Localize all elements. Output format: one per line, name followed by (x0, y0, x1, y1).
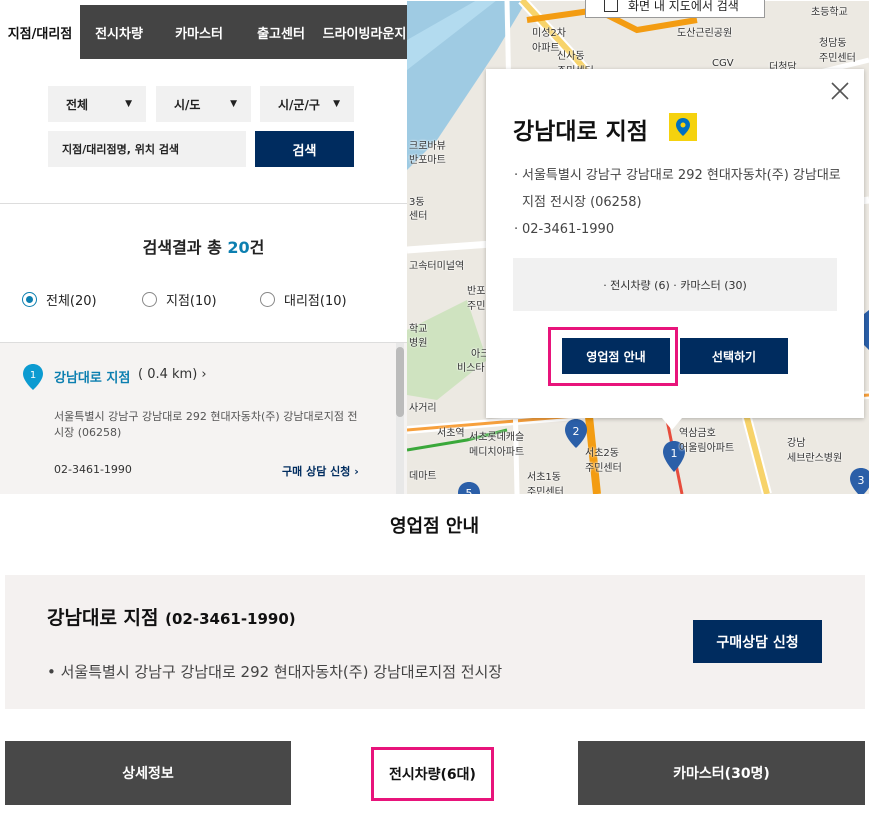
radio-all[interactable]: 전체(20) (22, 290, 142, 309)
result-list: 1 강남대로 지점 ( 0.4 km) › 서울특별시 강남구 강남대로 292… (0, 342, 407, 494)
map-label: 사거리 (409, 403, 437, 414)
select-button[interactable]: 선택하기 (680, 338, 788, 374)
result-count-title: 검색결과 총 20건 (0, 234, 407, 258)
radio-branch-label: 지점(10) (166, 294, 217, 309)
map-label: 비스타 (457, 363, 485, 374)
branch-popup: 강남대로 지점 서울특별시 강남구 강남대로 292 현대자동차(주) 강남대로… (486, 69, 864, 430)
map-label: CGV (712, 58, 734, 69)
map-marker-3[interactable]: 3 (850, 468, 869, 494)
map-label: 학교 (409, 324, 428, 335)
map-pin-icon: 1 (23, 364, 43, 390)
list-item-distance: ( 0.4 km) › (138, 367, 207, 382)
tab-delivery-center[interactable]: 출고센터 (240, 5, 322, 59)
result-title-prefix: 검색결과 총 (142, 238, 228, 257)
search-in-map-checkbox[interactable]: 화면 내 지도에서 검색 (585, 0, 765, 18)
map-marker-3-label: 3 (858, 474, 865, 487)
tab-detail-info[interactable]: 상세정보 (5, 741, 291, 805)
tab-branch[interactable]: 지점/대리점 (0, 5, 80, 59)
map-marker-1-label: 1 (671, 447, 678, 460)
radio-agency[interactable]: 대리점(10) (260, 290, 347, 309)
map-marker-2-label: 2 (573, 425, 580, 438)
popup-title: 강남대로 지점 (513, 119, 648, 145)
list-item-distance-text: ( 0.4 km) (138, 367, 198, 382)
tab-display-vehicles[interactable]: 전시차량(6대) (371, 747, 494, 801)
chevron-right-icon: › (354, 465, 359, 478)
store-phone: (02-3461-1990) (165, 610, 296, 628)
map-label: 초등학교 (811, 7, 848, 18)
search-input[interactable] (48, 131, 246, 167)
map-label: 청담동 주민센터 (819, 38, 856, 64)
result-title-suffix: 건 (249, 238, 265, 257)
map-label: 데마트 (409, 471, 437, 482)
list-item-address: 서울특별시 강남구 강남대로 292 현대자동차(주) 강남대로지점 전시장 (… (54, 410, 358, 439)
radio-unchecked-icon[interactable] (142, 292, 157, 307)
search-button[interactable]: 검색 (255, 131, 354, 167)
caret-down-icon: ▼ (125, 99, 132, 109)
map-label: 서초롯데캐슬 메디치아파트 (469, 432, 525, 458)
divider (0, 203, 407, 204)
purchase-consult-label: 구매 상담 신청 (282, 465, 351, 478)
popup-stock-info: · 전시차량 (6) · 카마스터 (30) (513, 258, 837, 311)
tab-car-masters[interactable]: 카마스터(30명) (578, 741, 865, 805)
district-select[interactable]: 시/군/구 ▼ (260, 86, 354, 122)
left-panel: 지점/대리점 전시차량 카마스터 출고센터 드라이빙라운지 전체 ▼ 시/도 ▼… (0, 0, 407, 494)
popup-tail (662, 418, 682, 430)
province-select[interactable]: 시/도 ▼ (156, 86, 251, 122)
radio-unchecked-icon[interactable] (260, 292, 275, 307)
checkbox-icon[interactable] (604, 0, 618, 12)
branch-info-button[interactable]: 영업점 안내 (562, 338, 670, 374)
result-count: 20 (227, 238, 250, 257)
type-select-value: 전체 (66, 97, 89, 112)
map-label: 도산근린공원 (677, 28, 733, 39)
radio-branch[interactable]: 지점(10) (142, 290, 260, 309)
radio-all-label: 전체(20) (46, 294, 97, 309)
tab-car-master[interactable]: 카마스터 (158, 5, 240, 59)
map-label: 서초1동 주민센터 (527, 472, 564, 494)
store-name-text: 강남대로 지점 (47, 607, 159, 629)
popup-phone: 02-3461-1990 (514, 216, 844, 243)
type-select[interactable]: 전체 ▼ (48, 86, 146, 122)
map-label: 역삼금호 어울림아파트 (679, 428, 735, 454)
popup-address: 서울특별시 강남구 강남대로 292 현대자동차(주) 강남대로 지점 전시장 … (514, 162, 844, 216)
filter-radios: 전체(20) 지점(10) 대리점(10) (22, 290, 347, 309)
map-label: 서초역 (437, 428, 465, 439)
list-pin-number: 1 (30, 370, 36, 381)
store-name: 강남대로 지점 (02-3461-1990) (47, 603, 296, 630)
map-marker-5[interactable]: 5 (458, 482, 480, 494)
map-label: 서초2동 주민센터 (585, 448, 622, 474)
radio-agency-label: 대리점(10) (284, 294, 347, 309)
category-tabs: 지점/대리점 전시차량 카마스터 출고센터 드라이빙라운지 (0, 5, 407, 59)
list-item-name[interactable]: 강남대로 지점 (54, 367, 130, 386)
tab-driving-lounge[interactable]: 드라이빙라운지 (322, 5, 407, 59)
store-address: • 서울특별시 강남구 강남대로 292 현대자동차(주) 강남대로지점 전시장 (47, 663, 503, 681)
section-title: 영업점 안내 (389, 516, 480, 537)
location-pin-icon (669, 113, 697, 141)
map-label: 병원 (409, 338, 428, 349)
map-label: 고속터미널역 (409, 261, 465, 272)
map-label: 강남 세브란스병원 (787, 438, 843, 464)
map-marker-2[interactable]: 2 (565, 419, 587, 448)
search-in-map-label: 화면 내 지도에서 검색 (628, 0, 739, 13)
tab-display-car[interactable]: 전시차량 (80, 5, 158, 59)
map-label: 크로바뷰 (409, 141, 446, 152)
map-label: 반포 주민 (467, 286, 486, 312)
map-marker-5-label: 5 (466, 487, 473, 494)
purchase-consult-button[interactable]: 구매상담 신청 (693, 620, 822, 663)
scrollbar-thumb[interactable] (396, 347, 404, 417)
map-label: 센터 (409, 211, 428, 222)
radio-checked-icon[interactable] (22, 292, 37, 307)
map-label: 반포마트 (409, 155, 446, 166)
caret-down-icon: ▼ (230, 99, 237, 109)
popup-details: 서울특별시 강남구 강남대로 292 현대자동차(주) 강남대로 지점 전시장 … (514, 162, 844, 243)
chevron-right-icon: › (201, 367, 207, 382)
province-select-value: 시/도 (174, 97, 201, 112)
caret-down-icon: ▼ (333, 99, 340, 109)
list-item-phone: 02-3461-1990 (54, 463, 132, 476)
store-summary: 강남대로 지점 (02-3461-1990) • 서울특별시 강남구 강남대로 … (5, 575, 865, 709)
close-icon[interactable] (830, 81, 850, 101)
purchase-consult-link[interactable]: 구매 상담 신청 › (282, 463, 359, 479)
map-label: 3동 (409, 197, 425, 208)
district-select-value: 시/군/구 (278, 97, 320, 112)
